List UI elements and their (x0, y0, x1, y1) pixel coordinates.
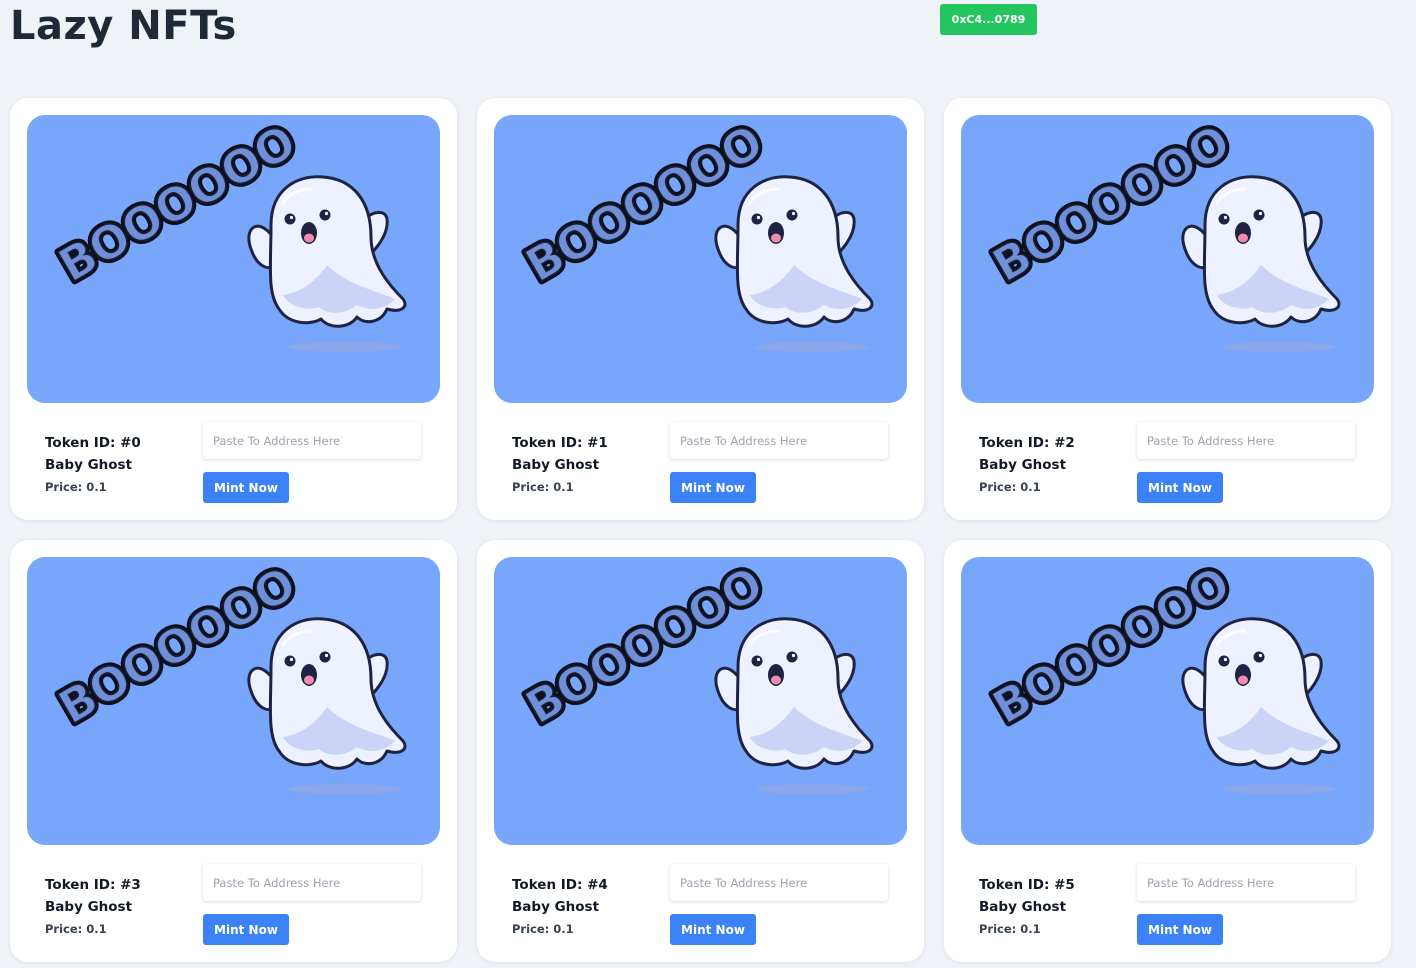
site-title: Lazy NFTs (10, 3, 237, 49)
nft-image: BOOOOOO BOOOOOO (494, 557, 907, 845)
to-address-input[interactable] (670, 422, 888, 459)
ghost-illustration-icon: BOOOOOO BOOOOOO (46, 115, 407, 352)
nft-image: BOOOOOO BOOOOOO (961, 557, 1374, 845)
mint-now-button[interactable]: Mint Now (1137, 472, 1223, 503)
nft-price: Price: 0.1 (512, 480, 574, 494)
nft-image: BOOOOOO BOOOOOO (494, 115, 907, 403)
token-id-label: Token ID: #5 (979, 877, 1075, 893)
nft-price: Price: 0.1 (45, 480, 107, 494)
mint-now-button[interactable]: Mint Now (203, 472, 289, 503)
nft-name: Baby Ghost (45, 457, 133, 473)
nft-price: Price: 0.1 (979, 480, 1041, 494)
nft-info: Token ID: #0 Baby Ghost Price: 0.1 (45, 432, 195, 498)
ghost-illustration-icon: BOOOOOO BOOOOOO (980, 557, 1341, 794)
site-header: Lazy NFTs 0xC4...0789 (0, 0, 1416, 60)
nft-name: Baby Ghost (45, 899, 133, 915)
nft-name: Baby Ghost (979, 457, 1067, 473)
nft-card: BOOOOOO BOOOOOO (477, 98, 924, 520)
nft-info: Token ID: #5 Baby Ghost Price: 0.1 (979, 874, 1129, 940)
nft-card: BOOOOOO BOOOOOO (477, 540, 924, 962)
token-id-label: Token ID: #1 (512, 435, 608, 451)
nft-price: Price: 0.1 (512, 922, 574, 936)
mint-now-button[interactable]: Mint Now (203, 914, 289, 945)
ghost-illustration-icon: BOOOOOO BOOOOOO (513, 557, 874, 794)
to-address-input[interactable] (203, 422, 421, 459)
token-id-label: Token ID: #0 (45, 435, 141, 451)
nft-price: Price: 0.1 (45, 922, 107, 936)
nft-card: BOOOOOO BOOOOOO (10, 98, 457, 520)
mint-now-button[interactable]: Mint Now (1137, 914, 1223, 945)
to-address-input[interactable] (1137, 864, 1355, 901)
nft-card: BOOOOOO BOOOOOO (10, 540, 457, 962)
ghost-illustration-icon: BOOOOOO BOOOOOO (513, 115, 874, 352)
to-address-input[interactable] (203, 864, 421, 901)
wallet-address-button[interactable]: 0xC4...0789 (940, 4, 1037, 35)
mint-now-button[interactable]: Mint Now (670, 914, 756, 945)
ghost-illustration-icon: BOOOOOO BOOOOOO (46, 557, 407, 794)
nft-price: Price: 0.1 (979, 922, 1041, 936)
nft-image: BOOOOOO BOOOOOO (27, 115, 440, 403)
token-id-label: Token ID: #3 (45, 877, 141, 893)
nft-info: Token ID: #3 Baby Ghost Price: 0.1 (45, 874, 195, 940)
nft-name: Baby Ghost (512, 457, 600, 473)
nft-info: Token ID: #2 Baby Ghost Price: 0.1 (979, 432, 1129, 498)
to-address-input[interactable] (1137, 422, 1355, 459)
nft-image: BOOOOOO BOOOOOO (27, 557, 440, 845)
nft-info: Token ID: #4 Baby Ghost Price: 0.1 (512, 874, 662, 940)
nft-grid: BOOOOOO BOOOOOO Token ID: #0 Baby Ghost … (10, 98, 1391, 962)
nft-name: Baby Ghost (512, 899, 600, 915)
ghost-illustration-icon: BOOOOOO BOOOOOO (980, 115, 1341, 352)
token-id-label: Token ID: #2 (979, 435, 1075, 451)
nft-image: BOOOOOO BOOOOOO (961, 115, 1374, 403)
mint-now-button[interactable]: Mint Now (670, 472, 756, 503)
nft-name: Baby Ghost (979, 899, 1067, 915)
token-id-label: Token ID: #4 (512, 877, 608, 893)
to-address-input[interactable] (670, 864, 888, 901)
nft-card: BOOOOOO BOOOOOO (944, 98, 1391, 520)
nft-info: Token ID: #1 Baby Ghost Price: 0.1 (512, 432, 662, 498)
nft-card: BOOOOOO BOOOOOO (944, 540, 1391, 962)
